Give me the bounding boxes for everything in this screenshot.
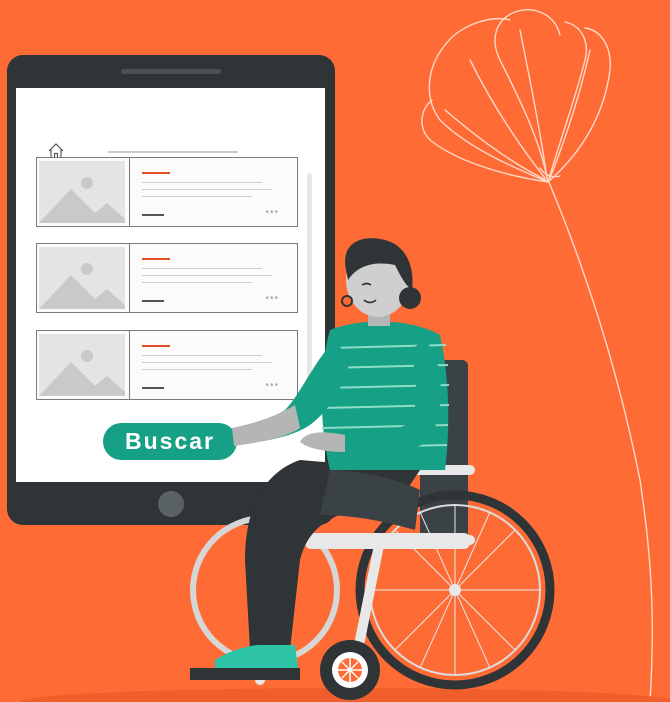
card-text-line xyxy=(142,189,272,190)
scrollbar[interactable] xyxy=(307,173,312,423)
card-text-line xyxy=(142,355,262,356)
illustration-scene: ••• ••• ••• Buscar xyxy=(0,0,670,702)
card-meta-line xyxy=(142,387,164,389)
card-text-area: ••• xyxy=(129,244,297,312)
card-text-line xyxy=(142,196,252,197)
card-title-line xyxy=(142,345,170,347)
search-button[interactable]: Buscar xyxy=(103,423,237,460)
tablet-home-button[interactable] xyxy=(158,491,184,517)
more-options-icon[interactable]: ••• xyxy=(265,208,279,218)
card-text-line xyxy=(142,268,262,269)
card-title-line xyxy=(142,172,170,174)
header-title-line xyxy=(108,151,238,153)
card-text-area: ••• xyxy=(129,331,297,399)
card-text-line xyxy=(142,182,262,183)
tablet-speaker xyxy=(121,69,221,74)
card-text-line xyxy=(142,369,252,370)
result-card[interactable]: ••• xyxy=(36,330,298,400)
result-card[interactable]: ••• xyxy=(36,157,298,227)
result-card[interactable]: ••• xyxy=(36,243,298,313)
more-options-icon[interactable]: ••• xyxy=(265,294,279,304)
card-text-line xyxy=(142,275,272,276)
image-placeholder-icon xyxy=(39,334,125,396)
card-text-line xyxy=(142,282,252,283)
card-meta-line xyxy=(142,300,164,302)
card-title-line xyxy=(142,258,170,260)
image-placeholder-icon xyxy=(39,247,125,309)
card-text-area: ••• xyxy=(129,158,297,226)
image-placeholder-icon xyxy=(39,161,125,223)
card-text-line xyxy=(142,362,272,363)
more-options-icon[interactable]: ••• xyxy=(265,381,279,391)
card-meta-line xyxy=(142,214,164,216)
